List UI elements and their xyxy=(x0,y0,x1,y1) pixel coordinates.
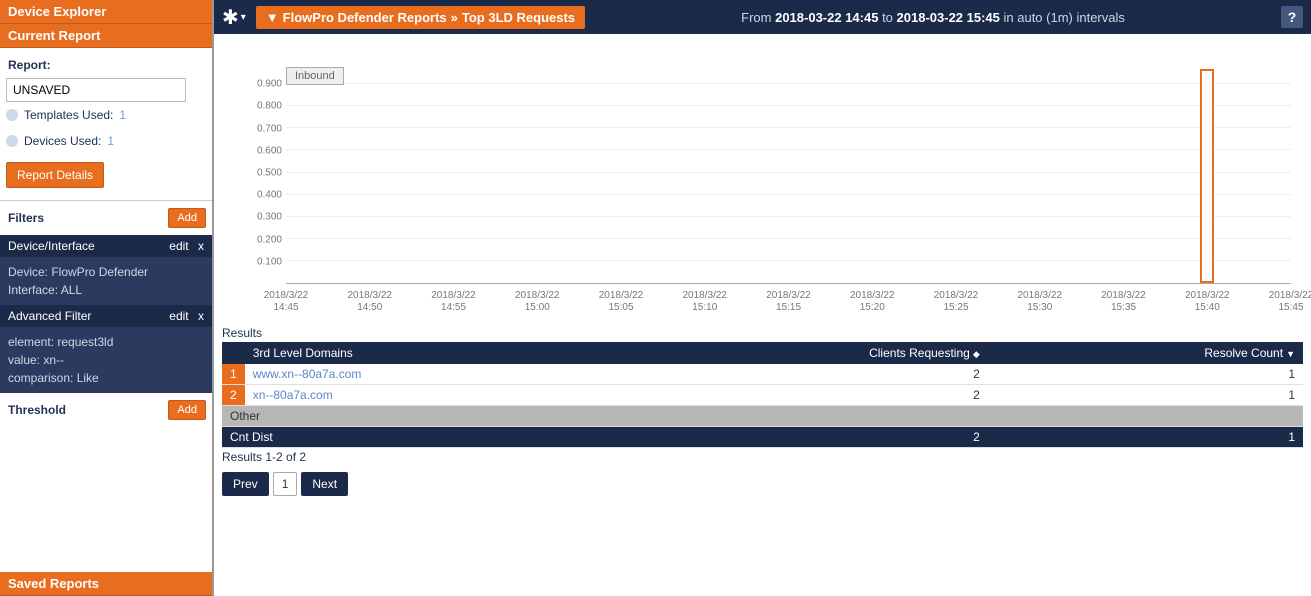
table-row[interactable]: 2 xn--80a7a.com 2 1 xyxy=(222,385,1303,406)
templates-count: 1 xyxy=(119,108,126,122)
sort-desc-icon: ▼ xyxy=(1286,349,1295,359)
filter-title: Device/Interface xyxy=(8,239,95,253)
x-tick: 2018/3/2214:50 xyxy=(335,290,405,314)
x-tick: 2018/3/2215:05 xyxy=(586,290,656,314)
filter-title: Advanced Filter xyxy=(8,309,91,323)
y-tick: 0.400 xyxy=(242,190,282,201)
saved-reports-header[interactable]: Saved Reports xyxy=(0,572,212,596)
chart-legend[interactable]: Inbound xyxy=(286,67,344,85)
page-1-button[interactable]: 1 xyxy=(273,472,298,496)
filter-edit-link[interactable]: edit xyxy=(169,239,188,253)
y-tick: 0.900 xyxy=(242,79,282,90)
table-row[interactable]: 1 www.xn--80a7a.com 2 1 xyxy=(222,364,1303,385)
col-domain[interactable]: 3rd Level Domains xyxy=(245,342,614,364)
other-row: Other xyxy=(222,406,1303,427)
y-tick: 0.500 xyxy=(242,168,282,179)
row-number: 2 xyxy=(222,385,245,406)
next-button[interactable]: Next xyxy=(301,472,348,496)
devices-count: 1 xyxy=(107,134,114,148)
row-number: 1 xyxy=(222,364,245,385)
y-tick: 0.100 xyxy=(242,256,282,267)
from-value: 2018-03-22 14:45 xyxy=(775,10,878,25)
clients-value: 2 xyxy=(613,385,987,406)
x-tick: 2018/3/2215:00 xyxy=(502,290,572,314)
filter-interface-value: Interface: ALL xyxy=(8,281,204,299)
resolve-value: 1 xyxy=(988,385,1303,406)
add-threshold-button[interactable]: Add xyxy=(168,400,206,420)
results-label: Results xyxy=(222,324,1303,342)
col-clients[interactable]: Clients Requesting◆ xyxy=(613,342,987,364)
x-tick: 2018/3/2215:40 xyxy=(1172,290,1242,314)
devices-label: Devices Used: xyxy=(24,134,101,148)
y-tick: 0.700 xyxy=(242,123,282,134)
cntdist-clients: 2 xyxy=(613,427,987,448)
filters-label: Filters xyxy=(6,205,46,231)
filter-advanced-header: Advanced Filter edit x xyxy=(0,305,212,327)
to-value: 2018-03-22 15:45 xyxy=(897,10,1000,25)
breadcrumb-parent: FlowPro Defender Reports xyxy=(283,10,447,25)
breadcrumb[interactable]: ▼ FlowPro Defender Reports » Top 3LD Req… xyxy=(256,6,585,29)
prev-button[interactable]: Prev xyxy=(222,472,269,496)
to-label: to xyxy=(878,10,896,25)
time-range[interactable]: From 2018-03-22 14:45 to 2018-03-22 15:4… xyxy=(595,10,1271,25)
devices-used-row[interactable]: Devices Used: 1 xyxy=(6,128,206,154)
filter-close-link[interactable]: x xyxy=(198,309,204,323)
results-count: Results 1-2 of 2 xyxy=(222,448,1303,466)
y-tick: 0.600 xyxy=(242,145,282,156)
filter-comparison-value: comparison: Like xyxy=(8,369,204,387)
clients-value: 2 xyxy=(613,364,987,385)
filter-device-value: Device: FlowPro Defender xyxy=(8,263,204,281)
templates-used-row[interactable]: Templates Used: 1 xyxy=(6,102,206,128)
x-tick: 2018/3/2215:10 xyxy=(670,290,740,314)
from-label: From xyxy=(741,10,775,25)
device-explorer-header[interactable]: Device Explorer xyxy=(0,0,212,24)
domain-link[interactable]: www.xn--80a7a.com xyxy=(253,367,362,381)
main-panel: ✱▾ ▼ FlowPro Defender Reports » Top 3LD … xyxy=(214,0,1311,596)
report-name-input[interactable] xyxy=(6,78,186,102)
current-report-header[interactable]: Current Report xyxy=(0,24,212,48)
resolve-value: 1 xyxy=(988,364,1303,385)
filter-element-value: element: request3ld xyxy=(8,333,204,351)
x-tick: 2018/3/2215:15 xyxy=(754,290,824,314)
domain-link[interactable]: xn--80a7a.com xyxy=(253,388,333,402)
expand-icon xyxy=(6,135,18,147)
col-resolve[interactable]: Resolve Count▼ xyxy=(988,342,1303,364)
x-tick: 2018/3/2215:25 xyxy=(921,290,991,314)
report-label: Report: xyxy=(6,52,206,78)
x-tick: 2018/3/2214:45 xyxy=(251,290,321,314)
x-tick: 2018/3/2215:45 xyxy=(1256,290,1311,314)
breadcrumb-current: Top 3LD Requests xyxy=(462,10,575,25)
y-tick: 0.200 xyxy=(242,234,282,245)
cntdist-resolve: 1 xyxy=(988,427,1303,448)
cntdist-label: Cnt Dist xyxy=(222,427,613,448)
filter-edit-link[interactable]: edit xyxy=(169,309,188,323)
filter-device-interface-header: Device/Interface edit x xyxy=(0,235,212,257)
templates-label: Templates Used: xyxy=(24,108,113,122)
x-tick: 2018/3/2215:20 xyxy=(837,290,907,314)
results-table: 3rd Level Domains Clients Requesting◆ Re… xyxy=(222,342,1303,448)
interval-label: in auto (1m) intervals xyxy=(1000,10,1125,25)
x-tick: 2018/3/2215:35 xyxy=(1089,290,1159,314)
help-icon[interactable]: ? xyxy=(1281,6,1303,28)
sidebar: Device Explorer Current Report Report: T… xyxy=(0,0,214,596)
y-tick: 0.300 xyxy=(242,212,282,223)
topbar: ✱▾ ▼ FlowPro Defender Reports » Top 3LD … xyxy=(214,0,1311,34)
dropdown-icon: ▼ xyxy=(266,10,279,25)
add-filter-button[interactable]: Add xyxy=(168,208,206,228)
x-tick: 2018/3/2215:30 xyxy=(1005,290,1075,314)
threshold-label: Threshold xyxy=(6,397,68,423)
filter-close-link[interactable]: x xyxy=(198,239,204,253)
filter-value-value: value: xn-- xyxy=(8,351,204,369)
expand-icon xyxy=(6,109,18,121)
breadcrumb-sep: » xyxy=(451,10,458,25)
y-tick: 0.800 xyxy=(242,101,282,112)
x-tick: 2018/3/2214:55 xyxy=(419,290,489,314)
report-details-button[interactable]: Report Details xyxy=(6,162,104,188)
sort-icon: ◆ xyxy=(973,349,980,359)
chart-bar[interactable] xyxy=(1200,69,1214,283)
settings-gear-icon[interactable]: ✱▾ xyxy=(222,5,246,30)
chart: Inbound 0.100 0.200 0.300 0.400 0.500 0.600 0.… xyxy=(214,34,1311,324)
